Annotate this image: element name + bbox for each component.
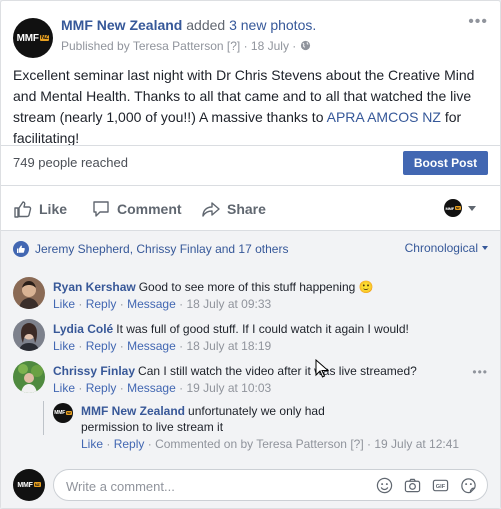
chevron-down-icon	[468, 205, 476, 211]
emoji-icon[interactable]	[375, 476, 393, 494]
comment: Lydia Colé It was full of good stuff. If …	[13, 319, 488, 355]
comment: Chrissy Finlay Can I still watch the vide…	[13, 361, 488, 397]
post-as-selector[interactable]: MMF NZ	[444, 199, 476, 217]
comment-message-link[interactable]: Message	[127, 339, 176, 353]
divider	[1, 145, 500, 146]
reactions-summary[interactable]: Jeremy Shepherd, Chrissy Finlay and 17 o…	[13, 241, 288, 257]
avatar: MMF NZ	[13, 469, 45, 501]
sticker-icon[interactable]	[459, 476, 477, 494]
comment-reply-link[interactable]: Reply	[86, 381, 117, 395]
commented-on-by: Commented on by Teresa Patterson	[155, 437, 347, 451]
avatar[interactable]: MMF NZ	[53, 403, 73, 423]
post-body: Excellent seminar last night with Dr Chr…	[13, 65, 491, 149]
more-dots-icon[interactable]: •••	[472, 365, 488, 379]
action-bar: Like Comment Share MMF NZ	[1, 189, 500, 229]
globe-icon	[300, 40, 310, 51]
comment-input[interactable]	[66, 476, 346, 496]
gif-icon[interactable]: GIF	[431, 476, 449, 494]
commenter-name[interactable]: Lydia Colé	[53, 322, 113, 336]
share-button[interactable]: Share	[201, 199, 266, 219]
divider	[1, 185, 500, 186]
comment-meta: Like · Reply · Message · 18 July at 09:3…	[53, 297, 272, 311]
comment-body: Lydia Colé It was full of good stuff. If …	[53, 321, 468, 337]
page-name-link[interactable]: MMF New Zealand	[61, 17, 182, 33]
like-button[interactable]: Like	[13, 199, 67, 219]
separator-dot: ·	[292, 39, 297, 53]
avatar[interactable]	[13, 319, 45, 351]
comment-time[interactable]: 19 July at 12:41	[374, 437, 459, 451]
comment-reply: MMF NZ MMF New Zealand unfortunately we on…	[43, 401, 488, 453]
post-card: MMF NZ MMF New Zealand added 3 new photos…	[0, 0, 501, 509]
post-header: MMF NZ MMF New Zealand added 3 new photos…	[13, 13, 488, 61]
photos-link[interactable]: 3 new photos.	[229, 17, 316, 33]
avatar[interactable]	[13, 361, 45, 393]
commenter-name[interactable]: Chrissy Finlay	[53, 364, 135, 378]
post-title-line: MMF New Zealand added 3 new photos.	[61, 17, 316, 33]
comment-message-link[interactable]: Message	[127, 297, 176, 311]
comment-time[interactable]: 18 July at 18:19	[186, 339, 271, 353]
comment-reply-link[interactable]: Reply	[114, 437, 145, 451]
post-subtitle: Published by Teresa Patterson [?] · 18 J…	[61, 39, 311, 53]
action-text: added	[186, 17, 226, 33]
chevron-down-icon	[482, 246, 488, 250]
commenter-name[interactable]: MMF New Zealand	[81, 404, 185, 418]
comment-button[interactable]: Comment	[91, 199, 182, 219]
comment-label: Comment	[117, 201, 182, 217]
comment-input-wrapper[interactable]: GIF	[53, 469, 488, 501]
avatar[interactable]	[13, 277, 45, 309]
help-bracket[interactable]: [?]	[227, 39, 240, 53]
smiley-emoji-icon: 🙂	[358, 280, 374, 294]
boost-post-button[interactable]: Boost Post	[403, 151, 488, 175]
page-avatar[interactable]: MMF NZ	[13, 18, 53, 58]
comment-meta: Like · Reply · Commented on by Teresa Pa…	[81, 437, 460, 451]
mouse-cursor-icon	[315, 359, 329, 378]
sort-label: Chronological	[404, 241, 478, 255]
comment-reply-link[interactable]: Reply	[86, 339, 117, 353]
comment-body: Chrissy Finlay Can I still watch the vide…	[53, 363, 468, 379]
comment-meta: Like · Reply · Message · 18 July at 18:1…	[53, 339, 272, 353]
comment-message-link[interactable]: Message	[127, 381, 176, 395]
composer-tools: GIF	[375, 476, 477, 494]
camera-icon[interactable]	[403, 476, 421, 494]
comment-text: Can I still watch the video after it was…	[138, 364, 417, 378]
page-avatar-small: MMF NZ	[444, 199, 462, 217]
more-dots-icon[interactable]: •••	[468, 13, 488, 31]
published-by: Published by Teresa Patterson	[61, 39, 224, 53]
comment-text: It was full of good stuff. If I could wa…	[116, 322, 409, 336]
share-label: Share	[227, 201, 266, 217]
comment-bubble-icon	[93, 201, 109, 217]
svg-text:GIF: GIF	[435, 483, 445, 489]
reactions-text: Jeremy Shepherd, Chrissy Finlay and 17 o…	[35, 242, 289, 256]
comment: Ryan Kershaw Good to see more of this stu…	[13, 277, 488, 313]
comment-meta: Like · Reply · Message · 19 July at 10:0…	[53, 381, 272, 395]
comment-time[interactable]: 19 July at 10:03	[186, 381, 271, 395]
comment-time[interactable]: 18 July at 09:33	[186, 297, 271, 311]
comment-like-link[interactable]: Like	[53, 339, 75, 353]
like-reaction-icon	[13, 241, 29, 257]
comment-sort-dropdown[interactable]: Chronological	[405, 241, 488, 255]
comment-text: Good to see more of this stuff happening	[138, 280, 356, 294]
help-bracket[interactable]: [?]	[350, 437, 363, 451]
mention-link[interactable]: APRA AMCOS NZ	[327, 109, 441, 125]
comment-body: Ryan Kershaw Good to see more of this stu…	[53, 279, 468, 295]
reply-thread-line	[43, 401, 44, 435]
comment-like-link[interactable]: Like	[81, 437, 103, 451]
comment-like-link[interactable]: Like	[53, 297, 75, 311]
thumbs-up-icon	[14, 201, 32, 218]
comment-like-link[interactable]: Like	[53, 381, 75, 395]
like-label: Like	[39, 201, 68, 217]
separator-dot: ·	[243, 39, 248, 53]
comment-body: MMF New Zealand unfortunately we only had…	[81, 403, 368, 435]
reach-count[interactable]: 749 people reached	[13, 155, 128, 170]
comments-section: Jeremy Shepherd, Chrissy Finlay and 17 o…	[1, 230, 500, 508]
commenter-name[interactable]: Ryan Kershaw	[53, 280, 136, 294]
avatar-logo: MMF NZ	[16, 32, 50, 44]
comment-reply-link[interactable]: Reply	[86, 297, 117, 311]
comment-composer: MMFNZ GIF	[13, 469, 488, 501]
share-arrow-icon	[202, 202, 220, 217]
post-date[interactable]: 18 July	[251, 39, 289, 53]
